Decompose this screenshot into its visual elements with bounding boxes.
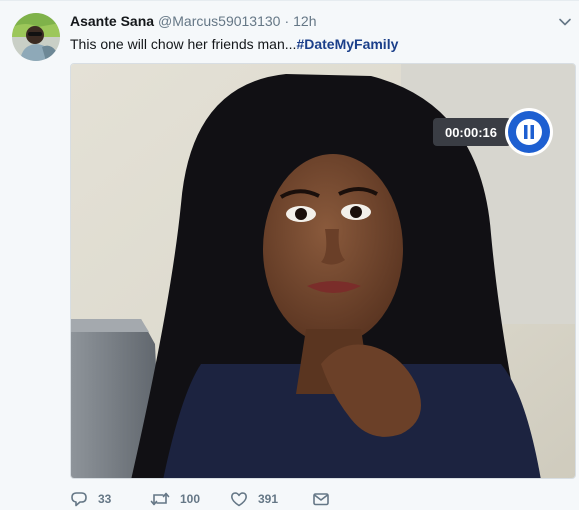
tweet-text-body: This one will chow her friends man... [70, 36, 297, 52]
more-options-button[interactable] [558, 15, 572, 29]
tweet-header: Asante Sana @Marcus59013130 · 12h [70, 13, 316, 33]
tweet-media-photo[interactable]: 00:00:16 [70, 63, 576, 479]
tweet-actions: 33 100 391 [70, 489, 330, 509]
photo-of-tv-screen-icon: 00:00:16 [71, 64, 575, 478]
retweet-button[interactable]: 100 [150, 491, 230, 507]
chevron-down-icon [559, 18, 571, 26]
retweet-count: 100 [180, 492, 201, 506]
reply-count: 33 [98, 492, 112, 506]
tweet-text: This one will chow her friends man...#Da… [70, 35, 398, 53]
reply-button[interactable]: 33 [70, 491, 150, 507]
header-separator: · [284, 13, 290, 29]
tweet-timestamp[interactable]: 12h [293, 13, 316, 29]
author-handle[interactable]: @Marcus59013130 [158, 13, 280, 29]
media-timer-readout: 00:00:16 [445, 125, 497, 140]
reply-icon [71, 492, 87, 507]
heart-icon [231, 492, 247, 507]
hashtag-link[interactable]: #DateMyFamily [296, 36, 398, 52]
like-button[interactable]: 391 [230, 491, 312, 507]
envelope-icon [313, 493, 329, 506]
author-name[interactable]: Asante Sana [70, 13, 154, 29]
like-count: 391 [258, 492, 279, 506]
author-avatar[interactable] [12, 13, 60, 61]
direct-message-button[interactable] [312, 491, 330, 507]
retweet-icon [150, 492, 170, 506]
avatar-photo-icon [12, 13, 60, 61]
tweet: Asante Sana @Marcus59013130 · 12h This o… [0, 0, 579, 510]
